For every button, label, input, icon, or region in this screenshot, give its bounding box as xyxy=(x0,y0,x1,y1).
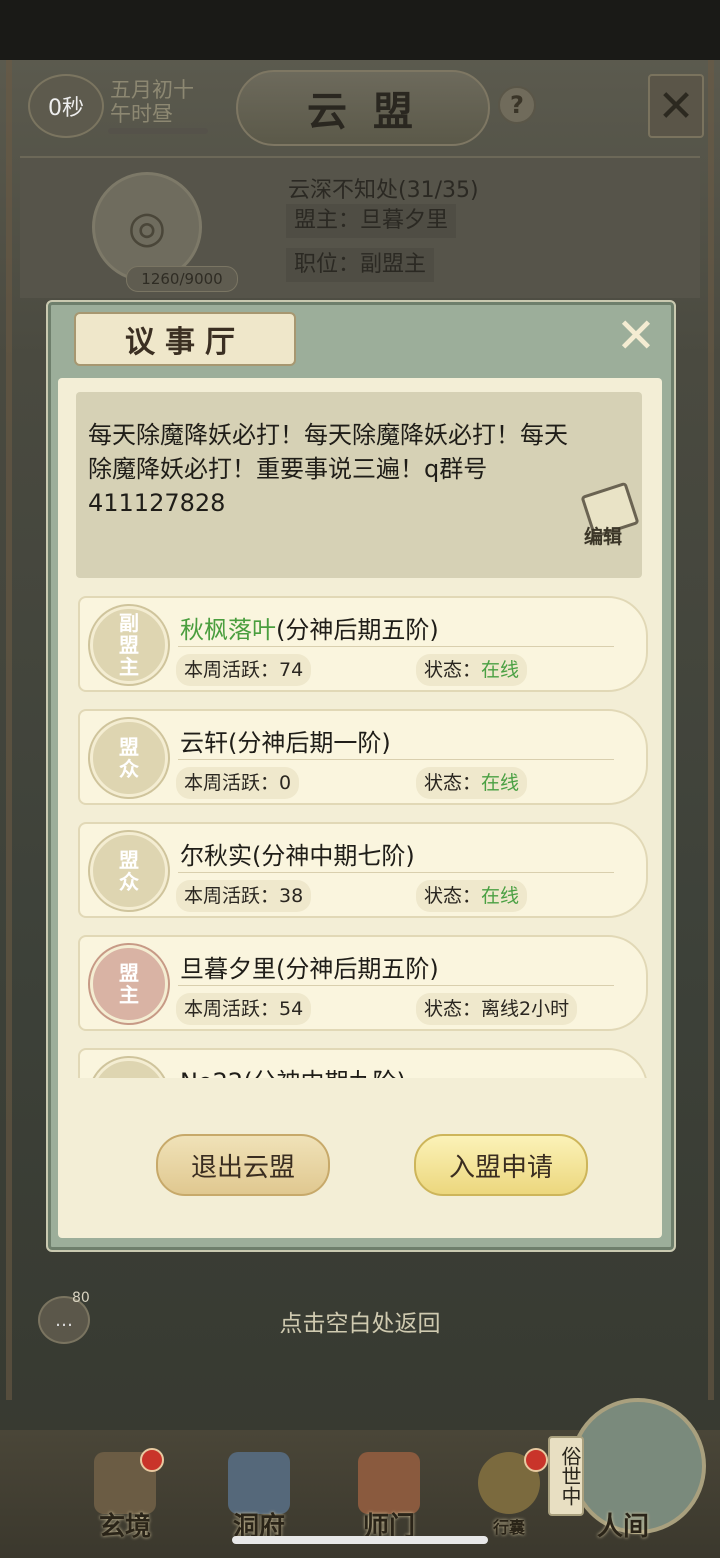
member-name-text: 旦暮夕里 xyxy=(180,955,276,983)
member-name: 尔秋实(分神中期七阶) xyxy=(180,836,415,871)
rank-char: 盟 xyxy=(119,735,139,759)
rank-char: 副 xyxy=(119,611,139,635)
member-name: 云轩(分神后期一阶) xyxy=(180,723,391,758)
join-requests-button[interactable]: 入盟申请 xyxy=(414,1134,588,1196)
notification-dot xyxy=(524,1448,548,1472)
notification-dot xyxy=(140,1448,164,1472)
divider xyxy=(178,646,614,647)
member-realm: (分神后期五阶) xyxy=(276,616,439,644)
member-activity: 本周活跃：74 xyxy=(176,654,312,686)
time-progress-bar xyxy=(108,128,208,134)
banner-icon xyxy=(358,1452,420,1514)
list-item[interactable]: 盟 众 尔秋实(分神中期七阶) 本周活跃：38 状态：在线 xyxy=(76,816,650,920)
nav-label: 玄境 xyxy=(98,1512,151,1542)
guild-name: 云深不知处(31/35) xyxy=(288,178,479,203)
tap-blank-to-return[interactable]: 点击空白处返回 xyxy=(230,1308,490,1340)
member-status: 状态：在线 xyxy=(416,654,528,686)
rank-badge: 盟 众 xyxy=(90,832,168,910)
home-indicator[interactable] xyxy=(232,1536,488,1544)
member-activity: 本周活跃：54 xyxy=(176,993,312,1025)
status-label: 状态： xyxy=(424,659,482,681)
rank-char: 众 xyxy=(119,757,139,781)
nav-label: 人间 xyxy=(596,1512,649,1542)
member-status: 状态：离线2小时 xyxy=(416,993,578,1025)
member-list[interactable]: 副 盟 主 秋枫落叶(分神后期五阶) 本周活跃：74 状态：在线 盟 众 云轩(… xyxy=(76,590,650,1078)
list-item[interactable]: 盟 众 云轩(分神后期一阶) 本周活跃：0 状态：在线 xyxy=(76,703,650,807)
member-name-text: 尔秋实 xyxy=(180,842,252,870)
status-bar-area xyxy=(0,0,720,60)
close-page-button[interactable]: ✕ xyxy=(648,74,704,138)
modal-close-button[interactable]: ✕ xyxy=(614,312,658,360)
frame-left xyxy=(6,60,12,1400)
timer-badge: 0秒 xyxy=(28,74,104,138)
nav-renjian[interactable]: 人间 xyxy=(578,1452,668,1552)
status-label: 状态： xyxy=(424,998,482,1020)
modal-title: 议事厅 xyxy=(74,312,296,366)
member-name: 旦暮夕里(分神后期五阶) xyxy=(180,949,439,984)
member-realm: (分神中期九阶) xyxy=(243,1068,406,1078)
status-value: 在线 xyxy=(481,659,520,681)
divider xyxy=(178,759,614,760)
member-name: No22(分神中期九阶) xyxy=(180,1062,406,1078)
rank-badge: 副 盟 主 xyxy=(90,606,168,684)
member-name-text: No22 xyxy=(180,1068,243,1078)
rank-badge: 盟 众 xyxy=(90,719,168,797)
status-label: 状态： xyxy=(424,772,482,794)
nav-xuanjing[interactable]: 玄境 xyxy=(80,1448,170,1552)
list-item[interactable]: 盟 主 旦暮夕里(分神后期五阶) 本周活跃：54 状态：离线2小时 xyxy=(76,929,650,1033)
rank-char: 盟 xyxy=(119,848,139,872)
guild-leader: 盟主：旦暮夕里 xyxy=(286,204,457,238)
rank-char: 主 xyxy=(119,983,139,1007)
nav-label: 行囊 xyxy=(492,1518,525,1537)
rank-char: 盟 xyxy=(119,961,139,985)
member-realm: (分神后期五阶) xyxy=(276,955,439,983)
member-realm: (分神后期一阶) xyxy=(228,729,391,757)
chat-unread-count: 80 xyxy=(72,1290,90,1306)
game-date: 五月初十 午时昼 xyxy=(110,78,194,126)
member-status: 状态：在线 xyxy=(416,880,528,912)
divider xyxy=(178,872,614,873)
status-value: 在线 xyxy=(481,885,520,907)
frame-right xyxy=(708,60,714,1400)
status-value: 在线 xyxy=(481,772,520,794)
list-item[interactable]: 副 盟 主 秋枫落叶(分神后期五阶) 本周活跃：74 状态：在线 xyxy=(76,590,650,694)
leave-guild-button[interactable]: 退出云盟 xyxy=(156,1134,330,1196)
date-line-1: 五月初十 xyxy=(110,78,194,102)
edit-notice-button[interactable]: 编辑 xyxy=(576,481,640,552)
member-activity: 本周活跃：0 xyxy=(176,767,300,799)
page-title: 云盟 xyxy=(236,70,490,146)
divider xyxy=(178,985,614,986)
edit-label: 编辑 xyxy=(584,526,623,548)
member-name: 秋枫落叶(分神后期五阶) xyxy=(180,610,439,645)
list-item[interactable]: No22(分神中期九阶) xyxy=(76,1042,650,1078)
member-name-text: 秋枫落叶 xyxy=(180,616,276,644)
member-realm: (分神中期七阶) xyxy=(252,842,415,870)
pavilion-icon xyxy=(228,1452,290,1514)
notice-text: 每天除魔降妖必打！每天除魔降妖必打！每天除魔降妖必打！重要事说三遍！q群号411… xyxy=(88,421,568,517)
guild-position: 职位：副盟主 xyxy=(286,248,435,282)
rank-char: 众 xyxy=(119,870,139,894)
date-line-2: 午时昼 xyxy=(110,102,173,126)
member-status: 状态：在线 xyxy=(416,767,528,799)
status-label: 状态： xyxy=(424,885,482,907)
help-button[interactable]: ? xyxy=(498,86,536,124)
rank-char: 盟 xyxy=(119,633,139,657)
guild-exp: 1260/9000 xyxy=(126,266,238,292)
member-activity: 本周活跃：38 xyxy=(176,880,312,912)
member-name-text: 云轩 xyxy=(180,729,228,757)
rank-char: 主 xyxy=(119,655,139,679)
status-value: 离线2小时 xyxy=(481,998,570,1020)
rank-badge: 盟 主 xyxy=(90,945,168,1023)
